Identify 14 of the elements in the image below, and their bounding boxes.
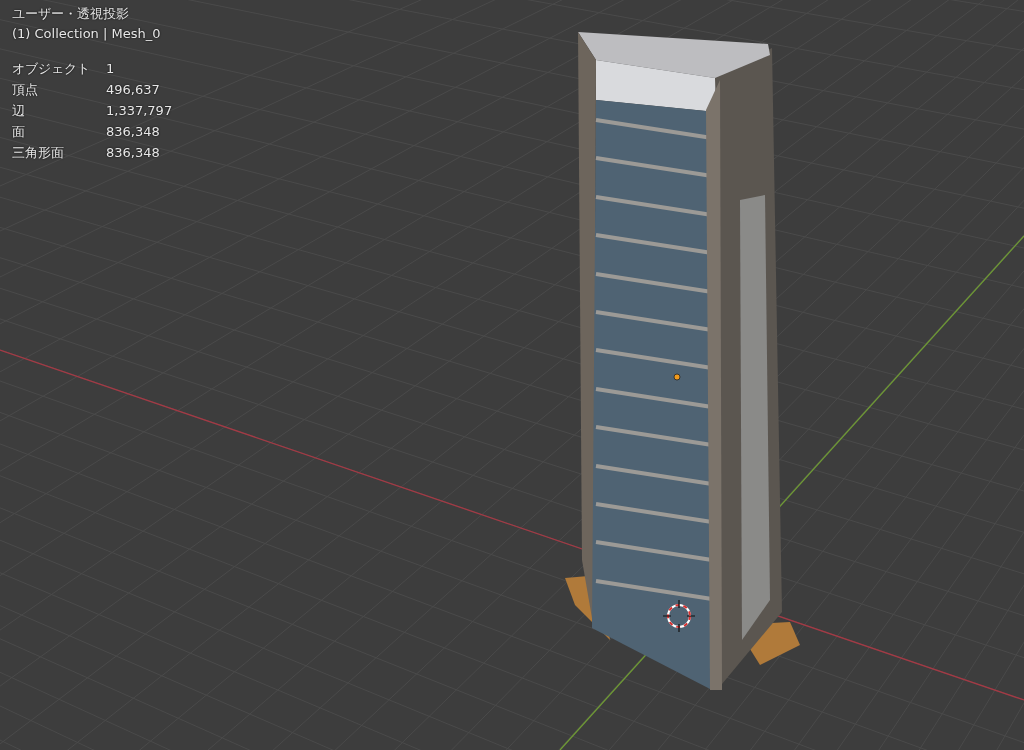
collection-label: (1) Collection | Mesh_0 [12,25,162,43]
statistic-label: 頂点 [12,81,39,99]
statistic-value: 496,637 [106,81,161,99]
statistic-label: 面 [12,123,26,141]
origin-dot-icon [673,373,681,381]
statistic-label: 三角形面 [12,144,65,162]
statistic-label: 辺 [12,102,26,120]
statistic-value: 1,337,797 [106,102,173,120]
statistic-value: 836,348 [106,144,161,162]
statistic-label: オブジェクト [12,60,91,78]
statistic-value: 836,348 [106,123,161,141]
3d-cursor-icon [662,599,696,633]
statistic-value: 1 [106,60,116,78]
view-name-text: ユーザー・透視投影 [12,5,130,23]
